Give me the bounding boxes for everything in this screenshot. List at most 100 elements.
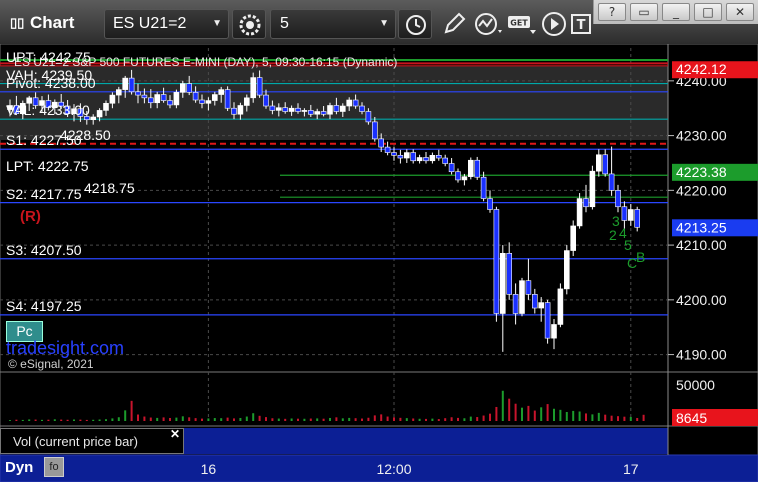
level-label: UPT: 4242.75: [6, 48, 91, 65]
indicator-icon[interactable]: [472, 10, 504, 38]
volume-bar: [162, 417, 165, 421]
time-button[interactable]: [398, 9, 432, 39]
candle-body: [391, 152, 397, 156]
candle-body: [416, 157, 423, 162]
price-tag-label: 4213.25: [676, 219, 727, 235]
candle-body: [218, 89, 224, 95]
price-axis-label: 4230.00: [676, 128, 727, 144]
candle-body: [442, 157, 449, 164]
restore-button[interactable]: ▭: [630, 3, 658, 21]
volume-bar: [137, 414, 139, 421]
volume-bar: [303, 418, 306, 421]
candle-body: [320, 111, 327, 115]
candle-body: [269, 105, 276, 111]
candle-body: [621, 206, 628, 221]
close-button[interactable]: ✕: [726, 3, 754, 21]
volume-bar: [591, 414, 594, 421]
candle-body: [576, 198, 583, 227]
level-label: 4218.75: [84, 180, 135, 197]
volume-bar: [636, 417, 639, 421]
volume-bar: [604, 414, 607, 421]
volume-bar: [354, 418, 357, 421]
candle-body: [608, 173, 615, 191]
volume-bar: [169, 417, 171, 421]
help-button[interactable]: ?: [598, 3, 626, 21]
volume-bar: [553, 408, 555, 421]
candle-body: [583, 198, 589, 208]
volume-bar: [322, 418, 325, 421]
volume-bar: [265, 417, 267, 421]
chart-canvas[interactable]: 4240.004230.004220.004210.004200.004190.…: [0, 0, 758, 482]
candle-body: [167, 100, 173, 106]
volume-bar: [188, 417, 191, 421]
candle-body: [90, 116, 96, 121]
interval-dropdown[interactable]: 5 ▼: [270, 9, 396, 39]
candle-body: [186, 83, 192, 93]
volume-bar: [111, 418, 114, 421]
volume-bar: [393, 417, 395, 421]
level-label: S4: 4197.25: [6, 297, 82, 314]
candle-body: [103, 102, 109, 111]
volume-bar: [437, 419, 440, 421]
close-legend-icon[interactable]: ✕: [170, 427, 180, 441]
candle-body: [307, 110, 314, 115]
volume-legend-panel[interactable]: Vol (current price bar): [0, 428, 184, 454]
level-label: LPT: 4222.75: [6, 158, 89, 175]
volume-bar: [367, 417, 370, 421]
pencil-icon[interactable]: [440, 10, 468, 38]
volume-bar: [213, 418, 216, 421]
volume-bar: [559, 409, 562, 421]
candle-body: [512, 294, 519, 314]
svg-text:GET: GET: [510, 19, 528, 28]
candle-body: [570, 225, 577, 251]
volume-bar: [175, 417, 178, 421]
candle-body: [154, 94, 160, 104]
volume-bar: [585, 413, 587, 421]
volume-bar: [418, 418, 421, 421]
candle-body: [314, 111, 321, 115]
candle-body: [352, 99, 359, 107]
play-icon[interactable]: [540, 10, 568, 38]
candle-body: [224, 89, 231, 109]
candle-body: [256, 77, 263, 96]
volume-bar: [399, 417, 402, 421]
candle-body: [180, 83, 186, 93]
chevron-down-icon[interactable]: ▼: [212, 18, 222, 29]
candle-body: [263, 94, 269, 107]
clock-icon: [406, 15, 426, 35]
candle-body: [551, 324, 557, 339]
volume-bar: [329, 417, 331, 421]
volume-bar: [450, 417, 453, 421]
settings-button[interactable]: [232, 9, 266, 39]
candle-body: [199, 99, 205, 104]
volume-bar: [66, 419, 69, 421]
volume-bar: [290, 418, 293, 421]
minimize-button[interactable]: _: [662, 3, 690, 21]
candle-body: [365, 111, 372, 123]
price-tag-label: 4223.38: [676, 164, 727, 180]
volume-bar: [546, 404, 549, 421]
symbol-dropdown[interactable]: ES U21=2 ▼: [104, 9, 229, 39]
candle-body: [435, 155, 442, 159]
dyn-label[interactable]: Dyn: [5, 459, 33, 476]
candle-body: [288, 107, 295, 112]
get-icon[interactable]: GET: [506, 10, 538, 38]
volume-bar: [181, 416, 184, 421]
volume-bar: [220, 418, 223, 421]
time-axis-label: 16: [201, 461, 217, 477]
chevron-down-icon[interactable]: ▼: [379, 18, 389, 29]
maximize-button[interactable]: □: [694, 3, 722, 21]
candle-body: [455, 171, 461, 181]
volume-bar: [425, 418, 427, 421]
link-icon[interactable]: fo: [44, 457, 64, 477]
pin-icon[interactable]: ▯▯: [10, 15, 24, 31]
volume-axis-label: 50000: [676, 377, 715, 393]
volume-bar: [271, 418, 274, 421]
candle-body: [602, 154, 609, 175]
volume-bar: [252, 413, 255, 421]
candle-body: [212, 94, 218, 101]
volume-tag-label: 8645: [676, 410, 707, 426]
price-axis-label: 4200.00: [676, 292, 727, 308]
reversal-marker: (R): [20, 208, 41, 225]
level-label: S1: 4227.50: [6, 132, 82, 149]
